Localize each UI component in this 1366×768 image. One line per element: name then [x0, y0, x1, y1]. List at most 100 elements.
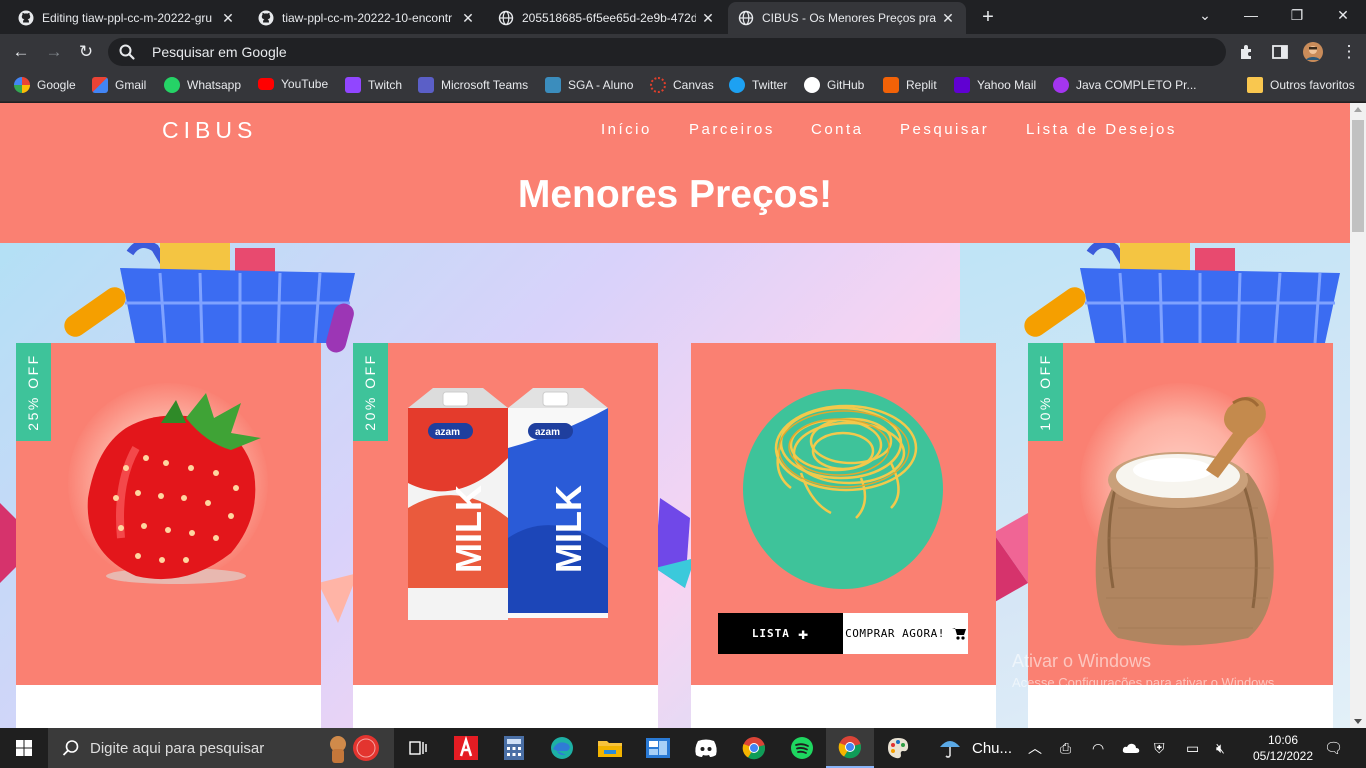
discord-icon[interactable]	[682, 728, 730, 768]
cart-icon	[951, 628, 966, 640]
browser-tab[interactable]: 205518685-6f5ee65d-2e9b-472d ✕	[488, 2, 726, 34]
clock-date: 05/12/2022	[1252, 749, 1314, 763]
back-button[interactable]: ←	[9, 40, 33, 64]
extensions-puzzle-icon[interactable]	[1237, 42, 1257, 62]
scroll-up-arrow-icon[interactable]	[1354, 107, 1362, 112]
nav-inicio[interactable]: Início	[601, 121, 652, 138]
site-logo[interactable]: CIBUS	[162, 117, 257, 144]
product-info	[1028, 685, 1333, 728]
scrollbar-thumb[interactable]	[1352, 120, 1364, 232]
close-window-button[interactable]: ✕	[1320, 0, 1366, 30]
github-icon	[804, 77, 820, 93]
bookmark-label: SGA - Aluno	[568, 78, 634, 92]
chrome-active-icon[interactable]	[826, 728, 874, 768]
bookmark-sga-aluno[interactable]: SGA - Aluno	[545, 77, 633, 93]
tab-title: CIBUS - Os Menores Preços pra V	[762, 11, 936, 25]
address-bar[interactable]: Pesquisar em Google	[108, 38, 1226, 66]
product-card[interactable]: 25% OFF	[16, 343, 321, 728]
photos-app-icon[interactable]	[634, 728, 682, 768]
bookmark-twitter[interactable]: Twitter	[729, 77, 787, 93]
volume-muted-icon[interactable]: 🔇︎	[1216, 728, 1225, 768]
discount-badge: 25% OFF	[16, 343, 51, 441]
paint-icon[interactable]	[874, 728, 922, 768]
bookmarks-bar: Google Gmail Whatsapp YouTube Twitch Mic…	[0, 70, 1366, 102]
new-tab-button[interactable]: +	[976, 5, 1000, 29]
page-scrollbar[interactable]	[1350, 103, 1366, 728]
scroll-down-arrow-icon[interactable]	[1354, 719, 1362, 724]
forward-button[interactable]: →	[42, 40, 66, 64]
nav-lista-de-desejos[interactable]: Lista de Desejos	[1026, 121, 1177, 138]
edge-icon[interactable]	[538, 728, 586, 768]
bookmark-twitch[interactable]: Twitch	[345, 77, 402, 93]
twitch-icon	[345, 77, 361, 93]
discount-text: 10% OFF	[1037, 353, 1053, 431]
security-alert-icon[interactable]: ⛨	[1154, 728, 1165, 768]
battery-icon[interactable]: ▭	[1186, 728, 1199, 768]
meet-now-icon[interactable]: ⎙	[1060, 728, 1071, 768]
chrome-icon[interactable]	[730, 728, 778, 768]
autocad-icon[interactable]	[442, 728, 490, 768]
bookmark-microsoft-teams[interactable]: Microsoft Teams	[418, 77, 528, 93]
restore-button[interactable]: ❐	[1274, 0, 1320, 30]
onedrive-cloud-icon[interactable]	[1122, 728, 1140, 768]
product-image: azam MILK azam MILK 20% OFF	[353, 343, 658, 685]
folder-icon	[1247, 77, 1263, 93]
svg-text:MILK: MILK	[548, 485, 589, 573]
bookmark-java-completo[interactable]: Java COMPLETO Pr...	[1053, 77, 1196, 93]
browser-tab-active[interactable]: CIBUS - Os Menores Preços pra V ✕	[728, 2, 966, 34]
system-clock[interactable]: 10:06 05/12/2022	[1248, 732, 1318, 764]
windows-start-icon[interactable]	[0, 728, 48, 768]
yahoo-mail-icon	[954, 77, 970, 93]
browser-toolbar: ← → ↻ Pesquisar em Google ⋮	[0, 34, 1366, 70]
decorative-shape	[993, 513, 1028, 603]
show-hidden-icons-chevron-icon[interactable]: ︿	[1028, 728, 1042, 768]
windows-taskbar: Digite aqui para pesquisar Chu... ︿ ⎙ ◠ …	[0, 728, 1366, 768]
product-card[interactable]: azam MILK azam MILK 20% OFF	[353, 343, 658, 728]
close-tab-icon[interactable]: ✕	[700, 10, 716, 27]
bookmark-gmail[interactable]: Gmail	[92, 77, 146, 93]
google-icon	[14, 77, 30, 93]
nav-pesquisar[interactable]: Pesquisar	[900, 121, 989, 138]
browser-tab[interactable]: Editing tiaw-ppl-cc-m-20222-gru ✕	[8, 2, 246, 34]
close-tab-icon[interactable]: ✕	[460, 10, 476, 27]
chrome-menu-icon[interactable]: ⋮	[1337, 40, 1361, 64]
tab-search-chevron-icon[interactable]: ⌄	[1182, 0, 1228, 30]
close-tab-icon[interactable]: ✕	[220, 10, 236, 27]
task-view-icon[interactable]	[394, 728, 442, 768]
notifications-icon[interactable]: 🗨︎	[1324, 728, 1343, 768]
product-card[interactable]: LISTA ✚ COMPRAR AGORA!	[691, 343, 996, 728]
bookmark-google[interactable]: Google	[14, 77, 76, 93]
reload-button[interactable]: ↻	[74, 40, 98, 64]
profile-avatar[interactable]	[1303, 42, 1323, 62]
nav-parceiros[interactable]: Parceiros	[689, 121, 775, 138]
address-bar-text: Pesquisar em Google	[152, 44, 287, 60]
svg-text:azam: azam	[535, 427, 560, 438]
bookmark-whatsapp[interactable]: Whatsapp	[164, 77, 241, 93]
browser-tab-strip: Editing tiaw-ppl-cc-m-20222-gru ✕ tiaw-p…	[0, 0, 1366, 34]
close-tab-icon[interactable]: ✕	[940, 10, 956, 27]
bookmark-outros-favoritos[interactable]: Outros favoritos	[1247, 77, 1355, 93]
buy-now-button[interactable]: COMPRAR AGORA!	[843, 613, 968, 654]
weather-widget[interactable]: Chu...	[938, 728, 1012, 768]
globe-icon	[738, 10, 754, 26]
minimize-button[interactable]: —	[1228, 0, 1274, 30]
wifi-icon[interactable]: ◠	[1092, 728, 1104, 768]
bookmark-label: Outros favoritos	[1270, 78, 1355, 92]
taskbar-search-box[interactable]: Digite aqui para pesquisar	[48, 728, 394, 768]
calculator-icon[interactable]	[490, 728, 538, 768]
gmail-icon	[92, 77, 108, 93]
bookmark-yahoo-mail[interactable]: Yahoo Mail	[954, 77, 1036, 93]
bookmark-label: Java COMPLETO Pr...	[1076, 78, 1197, 92]
discount-text: 25% OFF	[25, 353, 41, 431]
bookmark-youtube[interactable]: YouTube	[258, 77, 328, 91]
bookmark-github[interactable]: GitHub	[804, 77, 864, 93]
bookmark-replit[interactable]: Replit	[883, 77, 937, 93]
file-explorer-icon[interactable]	[586, 728, 634, 768]
spotify-icon[interactable]	[778, 728, 826, 768]
bookmark-label: Twitter	[752, 78, 788, 92]
add-to-list-button[interactable]: LISTA ✚	[718, 613, 843, 654]
side-panel-icon[interactable]	[1270, 42, 1290, 62]
browser-tab[interactable]: tiaw-ppl-cc-m-20222-10-encontr ✕	[248, 2, 486, 34]
bookmark-canvas[interactable]: Canvas	[650, 77, 714, 93]
nav-conta[interactable]: Conta	[811, 121, 864, 138]
